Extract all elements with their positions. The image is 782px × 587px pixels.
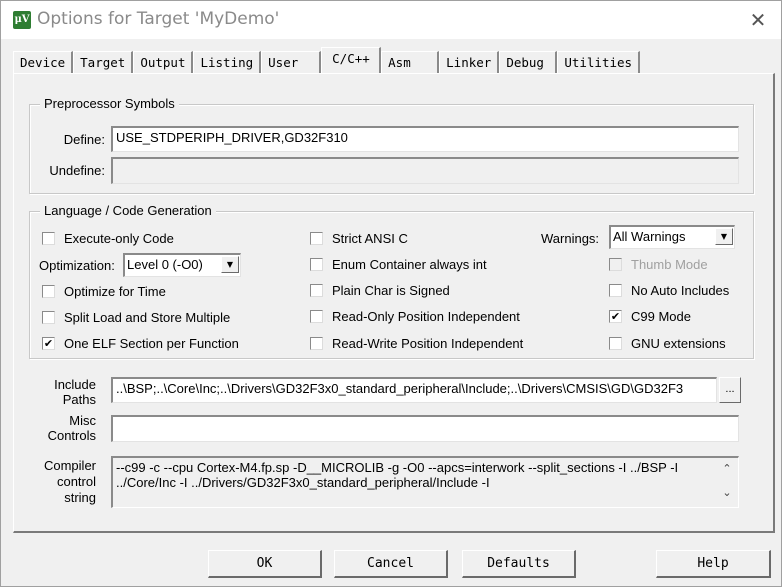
define-input[interactable]: USE_STDPERIPH_DRIVER,GD32F310: [111, 126, 739, 152]
plain-char-signed-checkbox[interactable]: Plain Char is Signed: [310, 283, 450, 298]
compiler-control-string-label: Compiler control string: [44, 458, 96, 506]
checkbox-box: [310, 232, 323, 245]
language-code-generation-group: Language / Code Generation Execute-only …: [29, 203, 754, 359]
tab-device[interactable]: Device: [13, 51, 74, 73]
misc-controls-label-line1: Misc: [69, 413, 96, 428]
misc-controls-input[interactable]: [111, 415, 739, 442]
dropdown-arrow-icon[interactable]: ▼: [221, 256, 239, 273]
compiler-string-line2: ../Core/Inc -I ../Drivers/GD32F3x0_stand…: [116, 475, 490, 490]
dropdown-arrow-icon[interactable]: ▼: [715, 228, 733, 245]
title-bar: μV Options for Target 'MyDemo' ✕: [1, 1, 781, 39]
optimization-label: Optimization:: [39, 258, 115, 273]
checkbox-box: [609, 258, 622, 271]
optimization-select[interactable]: Level 0 (-O0) ▼: [123, 253, 241, 277]
window-title: Options for Target 'MyDemo': [37, 9, 280, 29]
language-code-generation-label: Language / Code Generation: [40, 203, 216, 218]
compiler-label-line2: control: [56, 474, 96, 489]
tab-panel-c-cpp: Preprocessor Symbols Define: USE_STDPERI…: [13, 73, 775, 533]
strict-ansi-c-label: Strict ANSI C: [332, 231, 408, 246]
ok-button[interactable]: OK: [208, 550, 322, 578]
checkbox-box: [609, 337, 622, 350]
define-label: Define:: [63, 132, 105, 147]
read-only-pi-checkbox[interactable]: Read-Only Position Independent: [310, 309, 520, 324]
optimize-for-time-label: Optimize for Time: [64, 284, 166, 299]
checkbox-box: [310, 258, 323, 271]
warnings-value: All Warnings: [613, 229, 686, 244]
compiler-label-line1: Compiler: [43, 458, 96, 473]
no-auto-includes-checkbox[interactable]: No Auto Includes: [609, 283, 729, 298]
include-paths-input[interactable]: ..\BSP;..\Core\Inc;..\Drivers\GD32F3x0_s…: [111, 377, 717, 403]
tab-linker[interactable]: Linker: [439, 51, 500, 73]
tab-target[interactable]: Target: [73, 51, 134, 73]
read-write-pi-label: Read-Write Position Independent: [332, 336, 524, 351]
preprocessor-symbols-label: Preprocessor Symbols: [40, 96, 179, 111]
checkbox-box: [310, 310, 323, 323]
one-elf-section-label: One ELF Section per Function: [64, 336, 239, 351]
tab-c-cpp[interactable]: C/C++: [321, 47, 382, 73]
misc-controls-label: Misc Controls: [48, 413, 96, 443]
gnu-extensions-label: GNU extensions: [631, 336, 726, 351]
undefine-input[interactable]: [111, 157, 739, 184]
misc-controls-label-line2: Controls: [47, 428, 96, 443]
tab-output[interactable]: Output: [133, 51, 194, 73]
options-dialog: μV Options for Target 'MyDemo' ✕ Device …: [0, 0, 782, 587]
include-paths-browse-button[interactable]: ...: [719, 377, 741, 403]
gnu-extensions-checkbox[interactable]: GNU extensions: [609, 336, 726, 351]
preprocessor-symbols-group: Preprocessor Symbols Define: USE_STDPERI…: [29, 96, 754, 194]
execute-only-checkbox[interactable]: Execute-only Code: [42, 231, 174, 246]
tab-asm[interactable]: Asm: [381, 51, 440, 73]
cancel-button[interactable]: Cancel: [334, 550, 448, 578]
tab-listing[interactable]: Listing: [193, 51, 262, 73]
scroll-down-icon[interactable]: ⌄: [716, 485, 738, 501]
tab-user[interactable]: User: [261, 51, 322, 73]
compiler-control-string-textarea[interactable]: --c99 -c --cpu Cortex-M4.fp.sp -D__MICRO…: [111, 456, 739, 508]
optimization-value: Level 0 (-O0): [127, 257, 203, 272]
compiler-label-line3: string: [64, 490, 96, 505]
thumb-mode-checkbox: Thumb Mode: [609, 257, 708, 272]
checkmark-icon: ✔: [42, 337, 55, 350]
split-load-store-label: Split Load and Store Multiple: [64, 310, 231, 325]
vertical-scrollbar[interactable]: ⌃ ⌄: [716, 458, 738, 507]
checkmark-icon: ✔: [609, 310, 622, 323]
c99-mode-checkbox[interactable]: ✔ C99 Mode: [609, 309, 691, 324]
include-paths-label-line1: Include: [54, 377, 96, 392]
optimize-for-time-checkbox[interactable]: Optimize for Time: [42, 284, 166, 299]
checkbox-box: [609, 284, 622, 297]
close-button[interactable]: ✕: [743, 5, 773, 35]
scroll-up-icon[interactable]: ⌃: [716, 461, 738, 477]
strict-ansi-c-checkbox[interactable]: Strict ANSI C: [310, 231, 408, 246]
tab-bar: Device Target Output Listing User C/C++ …: [13, 47, 641, 73]
checkbox-box: [310, 284, 323, 297]
help-button[interactable]: Help: [656, 550, 771, 578]
c99-mode-label: C99 Mode: [631, 309, 691, 324]
defaults-button[interactable]: Defaults: [462, 550, 576, 578]
checkbox-box: [310, 337, 323, 350]
execute-only-label: Execute-only Code: [64, 231, 174, 246]
warnings-select[interactable]: All Warnings ▼: [609, 225, 735, 249]
enum-container-label: Enum Container always int: [332, 257, 487, 272]
no-auto-includes-label: No Auto Includes: [631, 283, 730, 298]
include-paths-label-line2: Paths: [62, 392, 96, 407]
enum-container-checkbox[interactable]: Enum Container always int: [310, 257, 487, 272]
warnings-label: Warnings:: [541, 231, 600, 246]
include-paths-label: Include Paths: [54, 377, 96, 407]
split-load-store-checkbox[interactable]: Split Load and Store Multiple: [42, 310, 230, 325]
tab-debug[interactable]: Debug: [499, 51, 558, 73]
plain-char-signed-label: Plain Char is Signed: [332, 283, 450, 298]
one-elf-section-checkbox[interactable]: ✔ One ELF Section per Function: [42, 336, 239, 351]
checkbox-box: [42, 285, 55, 298]
read-write-pi-checkbox[interactable]: Read-Write Position Independent: [310, 336, 523, 351]
tab-utilities[interactable]: Utilities: [557, 51, 641, 73]
thumb-mode-label: Thumb Mode: [631, 257, 708, 272]
keil-uvision-icon: μV: [13, 11, 31, 29]
undefine-label: Undefine:: [49, 163, 105, 178]
checkbox-box: [42, 232, 55, 245]
read-only-pi-label: Read-Only Position Independent: [332, 309, 520, 324]
compiler-string-line1: --c99 -c --cpu Cortex-M4.fp.sp -D__MICRO…: [116, 460, 679, 475]
checkbox-box: [42, 311, 55, 324]
